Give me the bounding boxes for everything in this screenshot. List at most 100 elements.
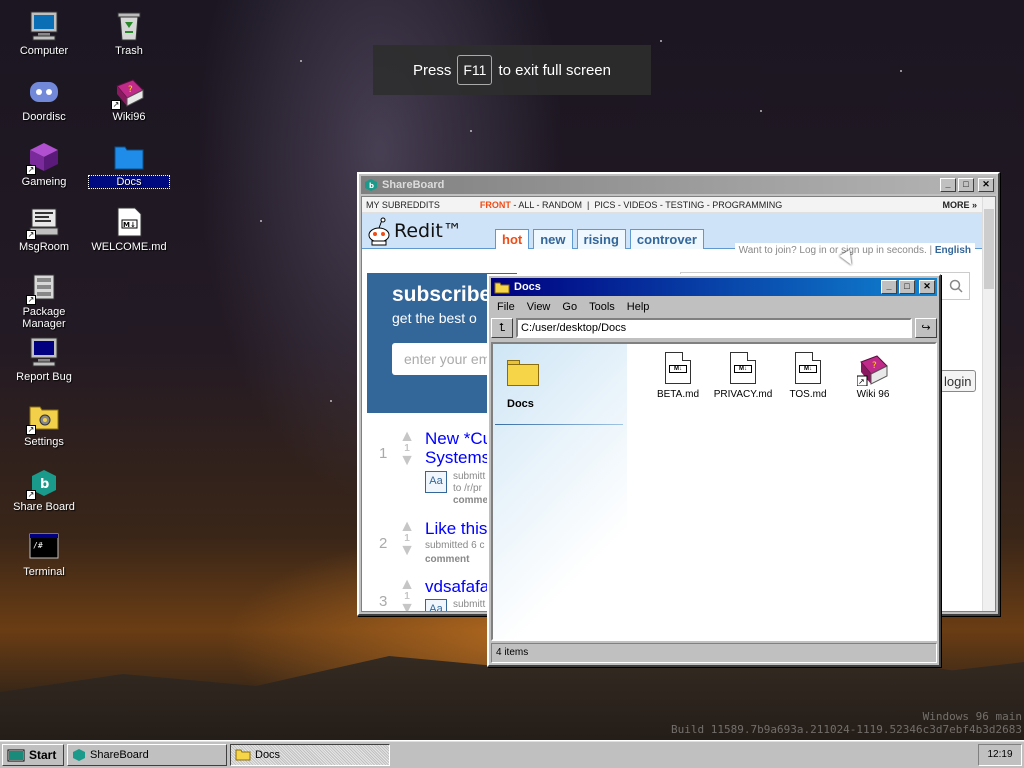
login-button[interactable]: login (940, 370, 976, 392)
desktop-icon-label: Share Board (13, 501, 75, 513)
menu-file[interactable]: File (491, 301, 521, 313)
join-text[interactable]: Want to join? Log in or sign up in secon… (739, 245, 927, 256)
file-name: BETA.md (656, 389, 700, 400)
menu-go[interactable]: Go (556, 301, 583, 313)
build-watermark: Windows 96 main Build 11589.7b9a693a.211… (671, 710, 1022, 736)
file-item[interactable]: M↓ PRIVACY.md (708, 352, 778, 400)
minimize-button[interactable]: _ (940, 178, 956, 192)
status-bar: 4 items (491, 643, 937, 663)
start-button[interactable]: Start (2, 743, 64, 766)
terminal-icon: /# (28, 531, 60, 563)
desktop-icon-share-board[interactable]: b ↗ Share Board (4, 466, 84, 513)
upvote-arrow-icon[interactable]: ▲ (399, 519, 415, 535)
go-button[interactable]: ↪ (915, 318, 937, 338)
system-clock[interactable]: 12:19 (978, 743, 1022, 766)
site-logo[interactable]: Redit™ (366, 216, 462, 246)
post-title[interactable]: vdsafafa (425, 577, 489, 597)
desktop-icon-wiki96[interactable]: ? ↗ Wiki96 (89, 76, 169, 123)
alien-icon (366, 216, 392, 246)
start-label: Start (29, 747, 57, 762)
desktop-icon-docs[interactable]: Docs (88, 141, 170, 189)
shareboard-icon: b (365, 179, 377, 191)
markdown-file-icon: M↓ (795, 352, 821, 384)
upvote-arrow-icon[interactable]: ▲ (399, 429, 415, 445)
join-prompt[interactable]: Want to join? Log in or sign up in secon… (734, 243, 975, 258)
shareboard-titlebar[interactable]: b ShareBoard _ □ ✕ (361, 176, 996, 194)
downvote-arrow-icon[interactable]: ▼ (399, 543, 415, 559)
settings-folder-icon: ↗ (26, 401, 60, 435)
upvote-arrow-icon[interactable]: ▲ (399, 577, 415, 593)
markdown-file-icon: M↓ (665, 352, 691, 384)
desktop-icon-trash[interactable]: Trash (89, 10, 169, 57)
more-link[interactable]: MORE » (942, 200, 977, 210)
post-title-continued[interactable]: Systems (425, 448, 490, 468)
computer-icon (28, 10, 60, 42)
folder-title: Docs (507, 398, 534, 410)
comments-link[interactable]: comme (453, 495, 488, 506)
post-rank: 2 (379, 535, 388, 552)
desktop-icon-msgroom[interactable]: ↗ MsgRoom (4, 206, 84, 253)
desktop-icon-gameing[interactable]: ↗ Gameing (4, 141, 84, 188)
tab-controversial[interactable]: controver (629, 229, 704, 249)
desktop-icon-label: Report Bug (16, 371, 72, 383)
desktop-icon-label: Doordisc (22, 111, 66, 123)
svg-text:b: b (40, 477, 49, 492)
desktop-icon-label: WELCOME.md (91, 241, 167, 253)
maximize-button[interactable]: □ (958, 178, 974, 192)
desktop-icon-doordisc[interactable]: Doordisc (4, 76, 84, 123)
subreddit-links[interactable]: - ALL - RANDOM | PICS - VIDEOS - TESTING… (511, 200, 782, 210)
scrollbar-thumb[interactable] (984, 209, 994, 289)
docs-titlebar[interactable]: Docs _ □ ✕ (491, 278, 937, 296)
desktop-icon-report-bug[interactable]: Report Bug (4, 336, 84, 383)
menu-help[interactable]: Help (621, 301, 656, 313)
path-input[interactable]: C:/user/desktop/Docs (516, 318, 912, 338)
folder-sidebar: Docs (493, 344, 627, 639)
close-button[interactable]: ✕ (919, 280, 935, 294)
menu-view[interactable]: View (521, 301, 557, 313)
file-item[interactable]: M↓ TOS.md (773, 352, 843, 400)
taskbar-item-docs[interactable]: Docs (230, 743, 390, 766)
front-link[interactable]: FRONT (480, 200, 511, 210)
close-button[interactable]: ✕ (978, 178, 994, 192)
vertical-scrollbar[interactable] (982, 197, 995, 611)
tab-hot[interactable]: hot (495, 229, 530, 249)
comments-link[interactable]: comment (425, 554, 469, 565)
start-logo-icon (7, 749, 25, 761)
taskbar-item-shareboard[interactable]: ShareBoard (67, 743, 227, 766)
vote-widget: ▲ 1 ▼ (399, 577, 415, 612)
maximize-button[interactable]: □ (899, 280, 915, 294)
my-subreddits-link[interactable]: MY SUBREDDITS (366, 200, 440, 210)
desktop-icon-label: Terminal (23, 566, 65, 578)
taskbar: Start ShareBoard Docs 12:19 (0, 740, 1024, 768)
file-name: TOS.md (789, 389, 827, 400)
markdown-file-icon: M↓ (730, 352, 756, 384)
site-header: Redit™ hot new rising controver Want to … (362, 213, 995, 258)
file-item[interactable]: ? ↗ Wiki 96 (838, 352, 908, 400)
desktop-icon-computer[interactable]: Computer (4, 10, 84, 57)
tab-new[interactable]: new (533, 229, 573, 249)
game-cube-icon: ↗ (26, 141, 60, 175)
desktop-icon-package-manager[interactable]: ↗ Package Manager (4, 271, 84, 330)
menu-tools[interactable]: Tools (583, 301, 621, 313)
post-title[interactable]: New *Cu (425, 429, 492, 449)
tab-rising[interactable]: rising (576, 229, 626, 249)
language-link[interactable]: English (935, 245, 971, 256)
desktop-icon-terminal[interactable]: /# Terminal (4, 531, 84, 578)
post-meta-sub[interactable]: to /r/pr (453, 483, 482, 495)
docs-window[interactable]: Docs _ □ ✕ File View Go Tools Help ⮤ C:/… (487, 274, 941, 667)
svg-text:?: ? (872, 361, 877, 371)
text-post-icon: Aa (425, 599, 447, 611)
post-title[interactable]: Like this (425, 519, 487, 539)
downvote-arrow-icon[interactable]: ▼ (399, 601, 415, 612)
downvote-arrow-icon[interactable]: ▼ (399, 453, 415, 469)
wiki-book-icon: ? ↗ (856, 352, 889, 387)
post-rank: 3 (379, 593, 388, 610)
up-folder-button[interactable]: ⮤ (491, 318, 513, 338)
trash-icon (113, 10, 145, 42)
file-item[interactable]: M↓ BETA.md (643, 352, 713, 400)
desktop-icon-settings[interactable]: ↗ Settings (4, 401, 84, 448)
search-icon[interactable] (949, 279, 963, 293)
shareboard-icon (73, 748, 85, 761)
desktop-icon-welcome-md[interactable]: M↓ WELCOME.md (89, 206, 169, 253)
minimize-button[interactable]: _ (881, 280, 897, 294)
